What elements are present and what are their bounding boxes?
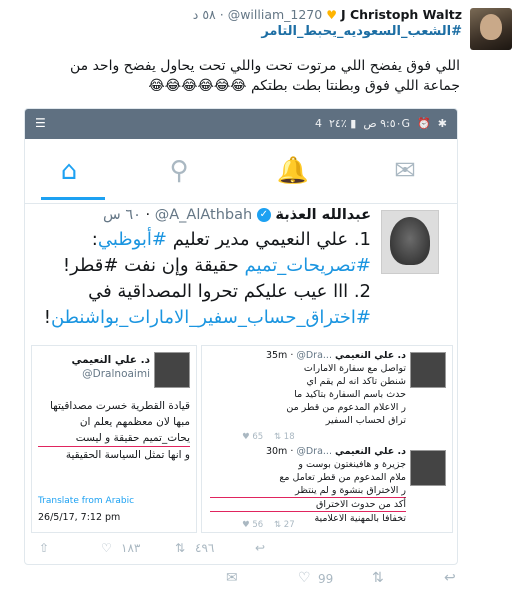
card-handle: @Dralnoaimi — [82, 368, 150, 380]
inner-tweet-text: 1. علي النعيمي مدير تعليم #أبوظبي: #تصري… — [31, 227, 371, 331]
card-avatar — [410, 352, 446, 388]
inner-tweet-actions: ⇧ ♡ ١٨٣ ⇅ ٤٩٦ ↩ — [25, 541, 457, 563]
alarm-icon: ⏰ — [417, 117, 431, 130]
status-time: ٩:٥٠ ص — [363, 117, 402, 130]
app-nav-bar: ⌂ ⚲ 🔔 ✉ — [25, 139, 457, 204]
like-count: 99 — [318, 572, 334, 586]
card-tweet2-header: 30m · @Dra... د. علي النعيمي — [265, 446, 406, 457]
verified-icon: ✓ — [256, 208, 271, 222]
tweet-header: ٥٨ د · @william_1270 ♥ J Christoph Waltz — [193, 7, 462, 22]
user-name[interactable]: J Christoph Waltz — [341, 7, 462, 22]
share-icon[interactable]: ⇧ — [39, 541, 49, 555]
chat-icon: ☰ — [35, 116, 46, 130]
quoted-card-right[interactable]: 35m · @Dra... د. علي النعيمي تواصل مع سف… — [201, 345, 453, 533]
retweet-icon[interactable]: ⇅ — [372, 570, 384, 586]
search-icon[interactable]: ⚲ — [161, 155, 197, 187]
hashtag-link[interactable]: #تصريحات_تميم — [244, 255, 371, 276]
card-tweet1-counts: ♥ 65 ⇅ 18 — [242, 432, 295, 442]
user-avatar[interactable] — [470, 8, 512, 50]
envelope-icon[interactable]: ✉ — [387, 155, 423, 187]
tweet-time[interactable]: ٥٨ د — [193, 7, 216, 22]
like-icon[interactable]: ♡ — [298, 570, 311, 586]
hashtag-link[interactable]: #اختراق_حساب_سفير_الامارات_بواشنطن — [51, 307, 371, 328]
inner-time[interactable]: ٦٠ س — [103, 207, 141, 223]
inner-avatar[interactable] — [381, 210, 439, 274]
active-tab-indicator — [41, 197, 105, 200]
bell-icon[interactable]: 🔔 — [275, 155, 311, 187]
inner-line: #اختراق_حساب_سفير_الامارات_بواشنطن! — [43, 307, 371, 328]
retweet-icon[interactable]: ⇅ — [175, 541, 185, 555]
card-avatar — [410, 450, 446, 486]
card-tweet2-body: جزيرة و هافينغتون بوست و ملام المدعوم من… — [210, 458, 406, 525]
translate-link[interactable]: Translate from Arabic — [38, 496, 134, 506]
inner-line: 2. ااا عيب عليكم تحروا المصداقية في — [88, 281, 371, 302]
attached-screenshot[interactable]: ☰ ٩:٥٠ ص ▮ ٪٢٤ 4G ⏰ ✱ ⌂ ⚲ 🔔 ✉ ٦٠ س · @A_… — [24, 108, 458, 565]
card-tweet2-counts: ♥ 56 ⇅ 27 — [242, 520, 295, 530]
bluetooth-icon: ✱ — [437, 117, 447, 130]
like-icon[interactable]: ♡ — [101, 541, 112, 555]
tweet-text: اللي فوق يفضح اللي مرتوت تحت واللي تحت ي… — [69, 58, 460, 94]
inner-tweet-header: ٦٠ س · @A_AlAthbah ✓ عبدالله العذبة — [103, 207, 371, 223]
card-tweet1-body: تواصل مع سفارة الامارات شنطن تاكد انه لم… — [286, 363, 406, 426]
reply-icon[interactable]: ↩ — [255, 541, 265, 555]
card-timestamp: 26/5/17, 7:12 pm — [38, 512, 121, 523]
card-tweet1-header: 35m · @Dra... د. علي النعيمي — [265, 350, 406, 361]
tweet-actions: ✉ ♡ 99 ⇅ ↩ — [226, 570, 462, 590]
hashtag-link[interactable]: #أبوظبي — [98, 229, 167, 250]
yellow-heart-icon: ♥ — [326, 8, 337, 22]
hashtag-link[interactable]: #الشعب_السعوديه_يحبط_التامر — [261, 24, 462, 39]
like-count: ١٨٣ — [121, 541, 141, 555]
card-name: د. علي النعيمي — [71, 354, 150, 366]
inner-handle[interactable]: @A_AlAthbah — [155, 207, 252, 223]
separator: · — [219, 7, 224, 22]
retweet-count: ٤٩٦ — [195, 541, 215, 555]
battery-icon: ▮ — [350, 117, 357, 130]
user-handle[interactable]: @william_1270 — [228, 7, 323, 22]
home-icon[interactable]: ⌂ — [51, 155, 87, 187]
battery-percent: ٪٢٤ — [329, 117, 347, 130]
inner-line: #تصريحات_تميم حقيقة وإن نفت #قطر! — [62, 255, 371, 276]
card-avatar — [154, 352, 190, 388]
inner-name[interactable]: عبدالله العذبة — [275, 207, 371, 223]
dm-icon[interactable]: ✉ — [226, 570, 238, 586]
reply-icon[interactable]: ↩ — [444, 570, 456, 586]
inner-line: 1. علي النعيمي مدير تعليم #أبوظبي: — [91, 229, 371, 250]
card-body: قيادة القطرية خسرت مصداقيتها مبها لان مع… — [38, 398, 190, 463]
phone-status-bar: ☰ ٩:٥٠ ص ▮ ٪٢٤ 4G ⏰ ✱ — [25, 109, 457, 139]
quoted-card-left[interactable]: د. علي النعيمي @Dralnoaimi قيادة القطرية… — [31, 345, 197, 533]
